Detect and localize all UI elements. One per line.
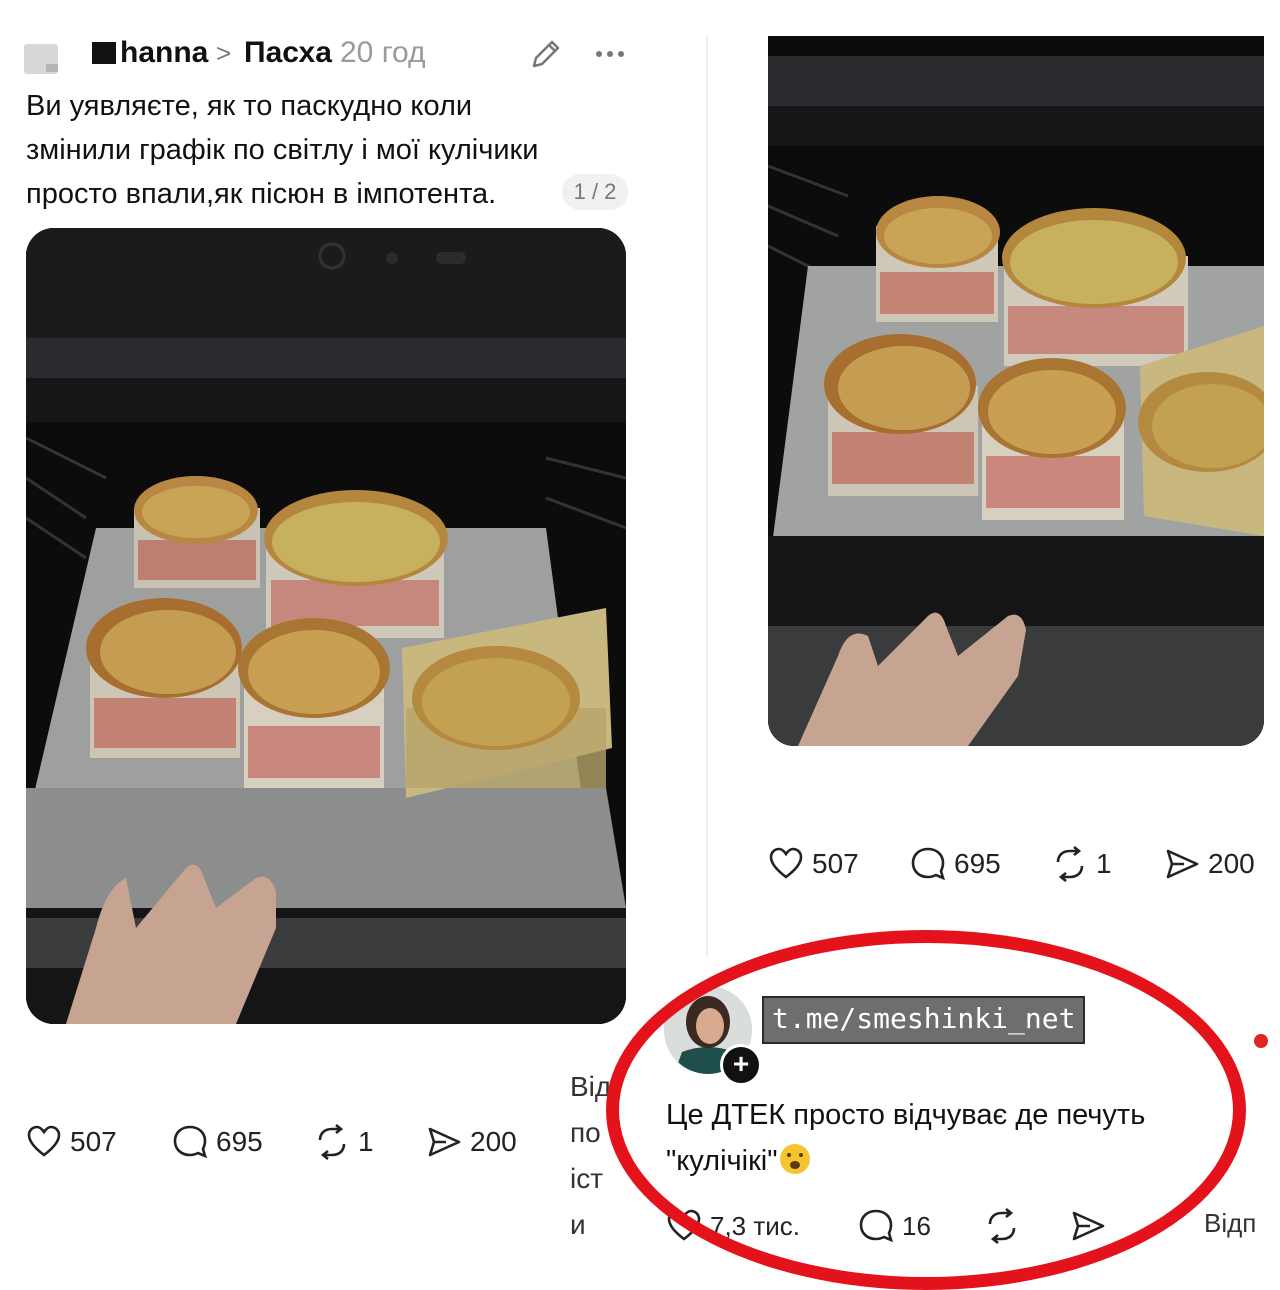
comment-share-button[interactable]: [1070, 1208, 1106, 1244]
comment-bubble-icon: [173, 1125, 208, 1159]
comment-text-line: Це ДТЕК просто відчуває де печуть: [666, 1099, 1146, 1131]
truncated-line: Від: [570, 1071, 612, 1102]
post-text-line: Ви уявляєте, як то паскудно коли: [26, 90, 473, 122]
comment-reply-count: 16: [902, 1210, 931, 1241]
notification-dot: [1254, 1034, 1268, 1048]
image-page-indicator: 1 / 2: [562, 174, 628, 210]
author-username[interactable]: hanna: [92, 36, 208, 70]
chevron-right-icon: >: [216, 38, 232, 68]
like-button[interactable]: 507: [26, 1124, 117, 1160]
post-time: 20 год: [340, 36, 426, 69]
emoji-icon: [779, 1144, 810, 1174]
redaction-block: [92, 42, 116, 64]
post-photo-oven-crop[interactable]: [768, 36, 1264, 746]
comment-reply-button[interactable]: 16: [858, 1208, 931, 1244]
comment-repost-button[interactable]: [984, 1208, 1020, 1244]
post-text: Ви уявляєте, як то паскудно коли змінили…: [26, 84, 626, 216]
repost-icon: [1056, 846, 1084, 882]
heart-icon: [667, 1209, 701, 1241]
comment-actions: 7,3 тис. 16 Відп: [666, 1208, 1280, 1248]
like-button[interactable]: 507: [768, 846, 859, 882]
post-topic[interactable]: Пасха: [244, 36, 332, 70]
post-photo-oven[interactable]: [26, 228, 626, 1024]
more-icon[interactable]: [592, 36, 628, 72]
share-button[interactable]: 200: [1164, 846, 1255, 882]
comment-count: 695: [216, 1126, 263, 1157]
comment-bubble-icon: [859, 1209, 894, 1243]
share-count: 200: [470, 1126, 517, 1157]
heart-icon: [769, 847, 803, 879]
left-post-actions: 507 695 1 200: [26, 1124, 546, 1164]
share-count: 200: [1208, 848, 1255, 879]
comment-like-count: 7,3 тис.: [710, 1210, 801, 1241]
repost-count: 1: [358, 1126, 374, 1157]
right-post-actions: 507 695 1 200: [768, 846, 1268, 886]
comment-button[interactable]: 695: [910, 846, 1001, 882]
truncated-text-column: Від по іст и: [570, 1064, 611, 1248]
comment-count: 695: [954, 848, 1001, 879]
repost-button[interactable]: 1: [314, 1124, 374, 1160]
share-button[interactable]: 200: [426, 1124, 517, 1160]
like-count: 507: [70, 1126, 117, 1157]
comment-bubble-icon: [911, 847, 946, 881]
truncated-line: и: [570, 1209, 586, 1240]
comment-button[interactable]: 695: [172, 1124, 263, 1160]
like-count: 507: [812, 848, 859, 879]
edit-icon[interactable]: [528, 36, 564, 72]
share-icon: [428, 1127, 461, 1157]
comment-like-button[interactable]: 7,3 тис.: [666, 1208, 800, 1244]
truncated-line: іст: [570, 1163, 604, 1194]
comment-text-line: "кулічікі": [666, 1138, 1226, 1184]
repost-count: 1: [1096, 848, 1112, 879]
heart-icon: [27, 1125, 61, 1157]
oven-photo-illustration: [768, 36, 1264, 746]
follow-plus-button[interactable]: +: [720, 1044, 762, 1086]
watermark-channel-link: t.me/smeshinki_net: [762, 996, 1086, 1044]
author-avatar[interactable]: [24, 44, 58, 74]
repost-icon: [318, 1124, 346, 1160]
share-icon: [1166, 849, 1199, 879]
post-text-line: просто впали,як пісюн в імпотента.: [26, 178, 497, 210]
oven-photo-illustration: [26, 228, 626, 1024]
repost-button[interactable]: 1: [1052, 846, 1112, 882]
comment-reply-link[interactable]: Відп: [1204, 1208, 1256, 1239]
column-divider: [706, 36, 708, 956]
share-icon: [1072, 1211, 1105, 1241]
comment-text: Це ДТЕК просто відчуває де печуть "куліч…: [666, 1092, 1226, 1184]
reply-link-text: Відп: [1204, 1208, 1257, 1238]
truncated-line: по: [570, 1117, 601, 1148]
post-text-line: змінили графік по світлу і мої кулічики: [26, 134, 539, 166]
repost-icon: [988, 1208, 1016, 1244]
